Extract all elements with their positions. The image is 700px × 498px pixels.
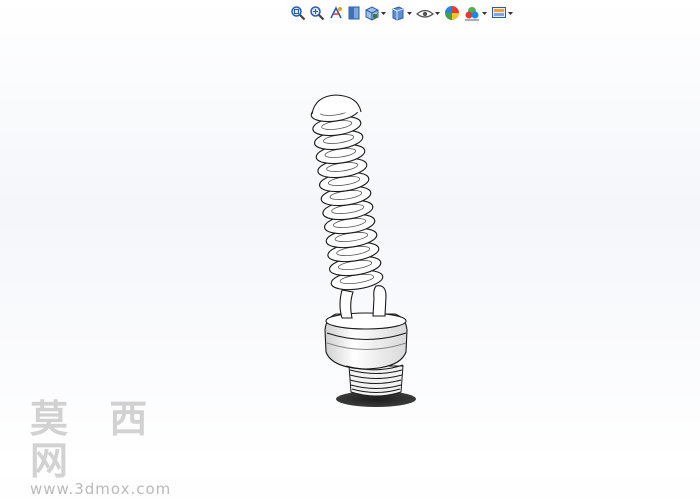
- ballast-housing: [324, 312, 408, 371]
- watermark: 莫 西 网 www.3dmox.com: [30, 398, 200, 498]
- watermark-url: www.3dmox.com: [30, 480, 172, 498]
- watermark-chinese-text: 莫 西 网: [30, 396, 162, 483]
- spiral-tube: [310, 94, 384, 291]
- coil-top-arc: [311, 94, 362, 115]
- screw-base: [348, 365, 404, 397]
- graphics-area[interactable]: 莫 西 网 www.3dmox.com: [0, 0, 700, 498]
